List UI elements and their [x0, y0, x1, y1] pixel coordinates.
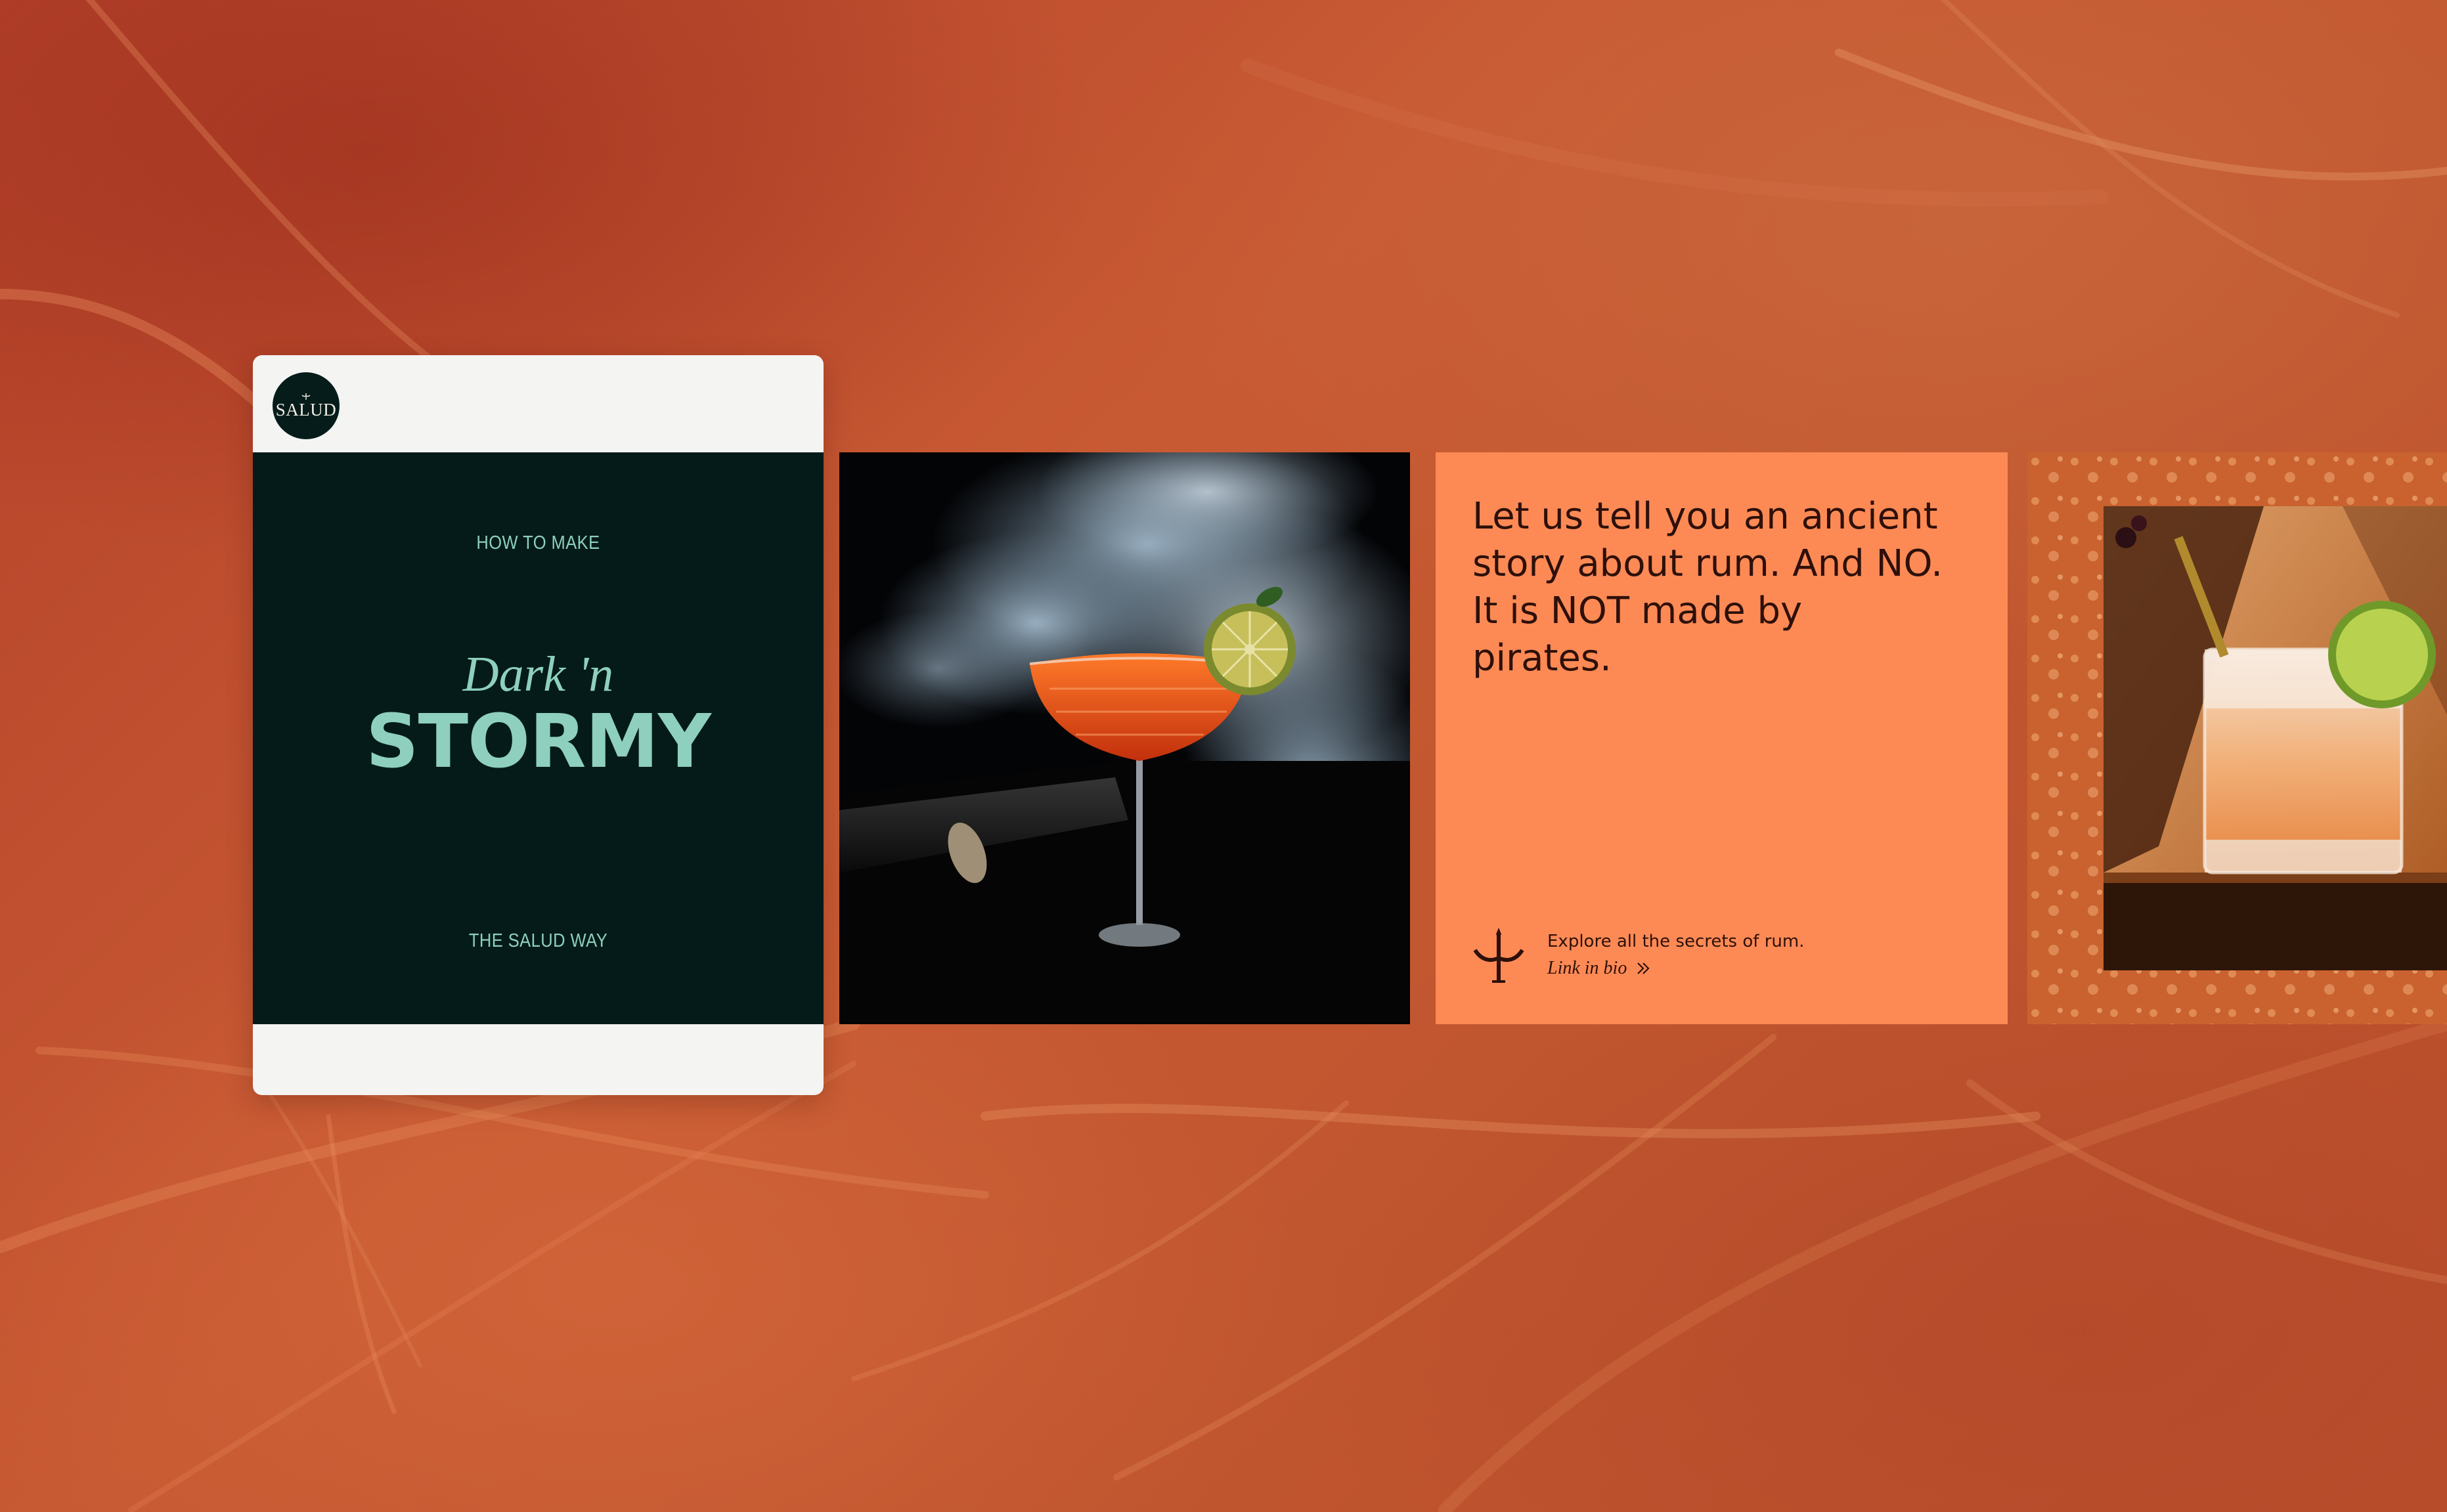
- slide-kicker: HOW TO MAKE: [476, 532, 600, 553]
- story-text: Let us tell you an ancient story about r…: [1472, 495, 1943, 680]
- salud-plant-icon: [1473, 928, 1524, 983]
- slide-footer: THE SALUD WAY: [468, 930, 608, 951]
- smoky-cocktail-photo: [839, 452, 1410, 1024]
- double-chevron-right-icon: [1637, 962, 1650, 974]
- avatar-logo-text: SALUD: [275, 399, 337, 420]
- avatar[interactable]: SALUD: [273, 372, 340, 439]
- highball-photo-slide[interactable]: [2027, 452, 2447, 1024]
- link-in-bio[interactable]: Link in bio: [1547, 958, 1650, 979]
- slide-title: STORMY: [365, 699, 711, 785]
- story-text-slide[interactable]: Let us tell you an ancient story about r…: [1436, 452, 2008, 1024]
- link-in-bio-cta[interactable]: Explore all the secrets of rum. Link in …: [1472, 928, 1932, 987]
- slide-script-title: Dark 'n: [462, 647, 614, 702]
- salud-mark-icon: [301, 393, 311, 400]
- post-card[interactable]: SALUD HOW TO MAKE Dark 'n STORMY THE SAL…: [253, 355, 824, 1095]
- cocktail-photo-slide[interactable]: [839, 452, 1410, 1024]
- cta-text: Explore all the secrets of rum.: [1547, 932, 1805, 951]
- highball-cocktail-photo: [2027, 452, 2447, 1024]
- link-in-bio-label: Link in bio: [1547, 958, 1627, 978]
- title-slide[interactable]: HOW TO MAKE Dark 'n STORMY THE SALUD WAY: [253, 452, 824, 1024]
